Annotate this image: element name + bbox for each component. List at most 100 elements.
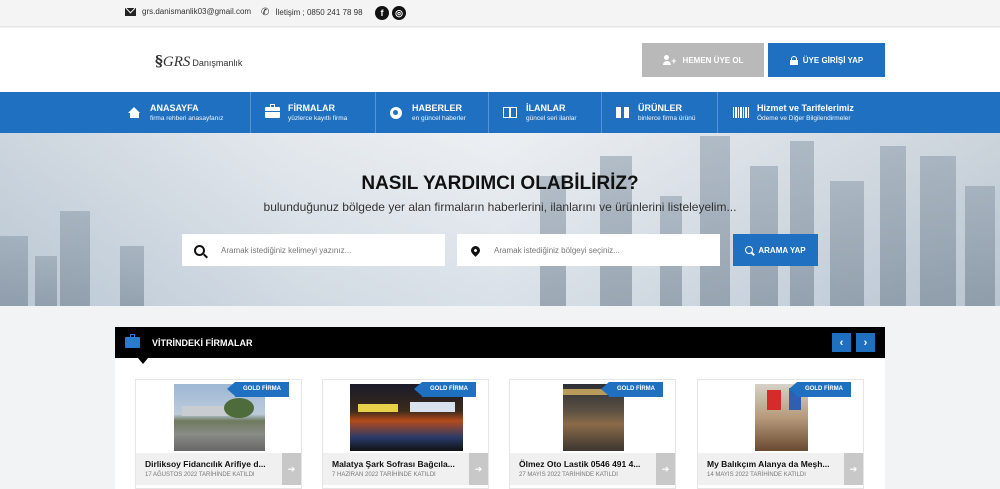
phone-icon: ✆ bbox=[261, 7, 270, 18]
nav-subtitle: Ödeme ve Diğer Bilgilendirmeler bbox=[757, 114, 851, 122]
top-contact-bar: grs.danismanlik03@gmail.com ✆ İletişim ;… bbox=[0, 0, 1000, 27]
company-name[interactable]: Malatya Şark Sofrası Bağcıla... bbox=[332, 459, 467, 469]
company-card[interactable]: GOLD FİRMA Dirliksoy Fidancılık Arifiye … bbox=[135, 379, 302, 489]
search-icon bbox=[194, 244, 205, 256]
nav-divider bbox=[717, 92, 718, 133]
map-pin-icon bbox=[469, 243, 482, 257]
arrow-right-icon[interactable]: ➔ bbox=[656, 453, 675, 485]
nav-divider bbox=[250, 92, 251, 133]
login-button[interactable]: ÜYE GİRİŞİ YAP bbox=[768, 43, 885, 77]
nav-item-services[interactable]: Hizmet ve Tarifelerimiz Ödeme ve Diğer Bi… bbox=[733, 92, 854, 133]
gold-badge: GOLD FİRMA bbox=[227, 382, 289, 397]
phone-contact[interactable]: ✆ İletişim ; 0850 241 78 98 bbox=[261, 7, 363, 18]
gold-badge: GOLD FİRMA bbox=[789, 382, 851, 397]
nav-item-home[interactable]: ANASAYFA firma rehberi anasayfanız bbox=[126, 92, 223, 133]
lock-icon bbox=[789, 55, 798, 65]
nav-title: FİRMALAR bbox=[288, 102, 335, 113]
join-date: 27 MAYIS 2022 TARİHİNDE KATILDI bbox=[519, 472, 618, 478]
skyline-building bbox=[700, 136, 730, 306]
logo-subtext: Danışmanlık bbox=[192, 58, 243, 68]
search-button[interactable]: ARAMA YAP bbox=[733, 234, 818, 266]
logo-mark: § bbox=[155, 52, 163, 70]
nav-divider bbox=[375, 92, 376, 133]
region-select-input[interactable] bbox=[494, 245, 694, 255]
register-button-label: HEMEN ÜYE OL bbox=[682, 55, 744, 65]
card-info: Dirliksoy Fidancılık Arifiye d... 17 AĞU… bbox=[136, 453, 301, 485]
skyline-building bbox=[60, 211, 90, 306]
featured-companies-section: VİTRİNDEKİ FİRMALAR ‹ › GOLD FİRMA Dirli… bbox=[115, 327, 885, 489]
phone-text[interactable]: İletişim ; 0850 241 78 98 bbox=[275, 8, 362, 17]
briefcase-icon bbox=[125, 334, 140, 348]
site-logo[interactable]: § GRS Danışmanlık bbox=[155, 52, 242, 71]
join-date: 14 MAYIS 2022 TARİHİNDE KATILDI bbox=[707, 472, 806, 478]
card-info: Ölmez Oto Lastik 0546 491 4... 27 MAYIS … bbox=[510, 453, 675, 485]
nav-title: Hizmet ve Tarifelerimiz bbox=[757, 102, 854, 113]
hero-subtitle: bulunduğunuz bölgede yer alan firmaların… bbox=[263, 200, 737, 214]
company-card[interactable]: GOLD FİRMA Malatya Şark Sofrası Bağcıla.… bbox=[322, 379, 489, 489]
hero-search-banner: NASIL YARDIMCI OLABİLİRİZ? bulunduğunuz … bbox=[0, 133, 1000, 306]
email-contact[interactable]: grs.danismanlik03@gmail.com bbox=[125, 7, 251, 16]
join-date: 7 HAZİRAN 2022 TARİHİNDE KATILDI bbox=[332, 472, 436, 478]
search-icon bbox=[745, 246, 754, 254]
section-title: VİTRİNDEKİ FİRMALAR bbox=[152, 337, 253, 348]
carousel-prev-button[interactable]: ‹ bbox=[832, 333, 851, 352]
nav-title: ANASAYFA bbox=[150, 102, 199, 113]
nav-subtitle: yüzlerce kayıtlı firma bbox=[288, 114, 348, 122]
skyline-building bbox=[0, 236, 28, 306]
arrow-right-icon[interactable]: ➔ bbox=[282, 453, 301, 485]
skyline-building bbox=[790, 141, 814, 306]
gift-icon bbox=[614, 106, 630, 120]
keyword-search-input[interactable] bbox=[221, 245, 421, 255]
carousel-next-button[interactable]: › bbox=[856, 333, 875, 352]
company-name[interactable]: My Balıkçım Alanya da Meşh... bbox=[707, 459, 842, 469]
logo-text: GRS bbox=[162, 54, 191, 70]
card-info: Malatya Şark Sofrası Bağcıla... 7 HAZİRA… bbox=[323, 453, 488, 485]
company-card[interactable]: GOLD FİRMA Ölmez Oto Lastik 0546 491 4..… bbox=[509, 379, 676, 489]
nav-divider bbox=[488, 92, 489, 133]
skyline-building bbox=[120, 246, 144, 306]
gold-badge: GOLD FİRMA bbox=[414, 382, 476, 397]
section-header: VİTRİNDEKİ FİRMALAR ‹ › bbox=[115, 327, 885, 358]
company-name[interactable]: Ölmez Oto Lastik 0546 491 4... bbox=[519, 459, 654, 469]
home-icon bbox=[126, 106, 142, 120]
nav-item-companies[interactable]: FİRMALAR yüzlerce kayıtlı firma bbox=[264, 92, 347, 133]
nav-divider bbox=[601, 92, 602, 133]
main-navigation: ANASAYFA firma rehberi anasayfanız FİRMAL… bbox=[0, 92, 1000, 133]
site-header: § GRS Danışmanlık + HEMEN ÜYE OL ÜYE GİR… bbox=[0, 28, 1000, 92]
nav-title: İLANLAR bbox=[526, 102, 566, 113]
region-search-box[interactable] bbox=[457, 234, 720, 266]
skyline-building bbox=[35, 256, 57, 306]
gold-badge: GOLD FİRMA bbox=[601, 382, 663, 397]
company-card[interactable]: GOLD FİRMA My Balıkçım Alanya da Meşh...… bbox=[697, 379, 864, 489]
nav-item-products[interactable]: ÜRÜNLER binlerce firma ürünü bbox=[614, 92, 695, 133]
register-button[interactable]: + HEMEN ÜYE OL bbox=[642, 43, 764, 77]
nav-title: ÜRÜNLER bbox=[638, 102, 682, 113]
hero-title: NASIL YARDIMCI OLABİLİRİZ? bbox=[361, 173, 639, 194]
nav-subtitle: firma rehberi anasayfanız bbox=[150, 114, 224, 122]
nav-item-news[interactable]: HABERLER en güncel haberler bbox=[388, 92, 466, 133]
globe-icon bbox=[388, 106, 404, 120]
company-name[interactable]: Dirliksoy Fidancılık Arifiye d... bbox=[145, 459, 280, 469]
nav-item-listings[interactable]: İLANLAR güncel seri ilanlar bbox=[502, 92, 577, 133]
user-plus-icon: + bbox=[662, 55, 677, 66]
barcode-icon bbox=[733, 106, 749, 120]
columns-icon bbox=[502, 106, 518, 120]
instagram-icon[interactable]: ◎ bbox=[392, 6, 406, 20]
envelope-icon bbox=[125, 7, 136, 16]
search-button-label: ARAMA YAP bbox=[758, 245, 806, 255]
arrow-right-icon[interactable]: ➔ bbox=[844, 453, 863, 485]
arrow-right-icon[interactable]: ➔ bbox=[469, 453, 488, 485]
skyline-building bbox=[880, 146, 906, 306]
nav-subtitle: güncel seri ilanlar bbox=[526, 114, 577, 122]
briefcase-icon bbox=[264, 104, 280, 120]
nav-subtitle: en güncel haberler bbox=[412, 114, 466, 122]
keyword-search-box[interactable] bbox=[182, 234, 445, 266]
nav-title: HABERLER bbox=[412, 102, 463, 113]
card-info: My Balıkçım Alanya da Meşh... 14 MAYIS 2… bbox=[698, 453, 863, 485]
email-text[interactable]: grs.danismanlik03@gmail.com bbox=[142, 7, 251, 16]
facebook-icon[interactable]: f bbox=[375, 6, 389, 20]
login-button-label: ÜYE GİRİŞİ YAP bbox=[802, 55, 864, 65]
header-pointer bbox=[138, 358, 148, 364]
nav-subtitle: binlerce firma ürünü bbox=[638, 114, 696, 122]
join-date: 17 AĞUSTOS 2022 TARİHİNDE KATILDI bbox=[145, 472, 255, 478]
